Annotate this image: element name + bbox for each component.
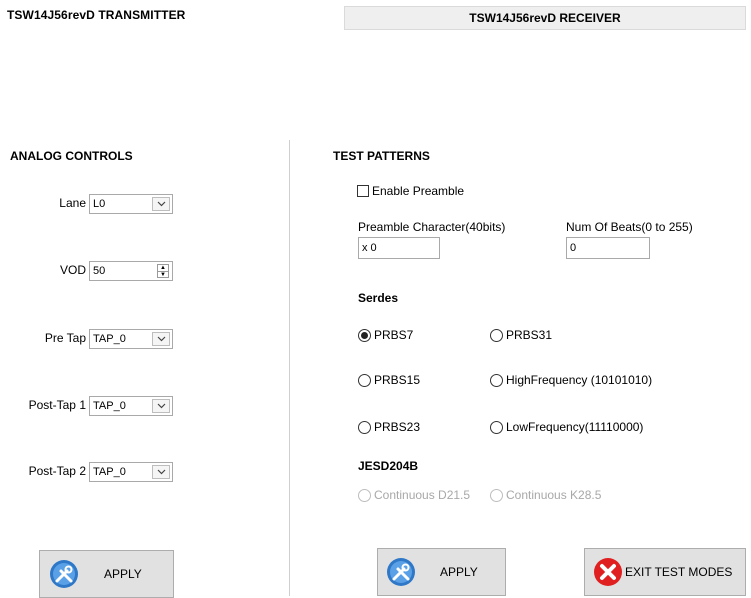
test-patterns-title: TEST PATTERNS [333, 149, 430, 163]
checkbox-box[interactable] [357, 185, 369, 197]
cont-d215-label: Continuous D21.5 [374, 488, 471, 502]
num-beats-input[interactable]: 0 [566, 237, 650, 259]
posttap2-value: TAP_0 [93, 466, 126, 478]
lane-select[interactable]: L0 [89, 194, 173, 214]
prbs7-label: PRBS7 [374, 328, 414, 342]
radio-icon[interactable] [490, 328, 503, 342]
prbs15-radio[interactable]: PRBS15 [358, 373, 420, 387]
cont-k285-radio[interactable]: Continuous K28.5 [490, 488, 601, 502]
radio-icon[interactable] [358, 373, 371, 387]
test-apply-label: APPLY [440, 565, 478, 579]
lane-value: L0 [93, 198, 106, 210]
lowfreq-radio[interactable]: LowFrequency(11110000) [490, 420, 643, 434]
vod-value: 50 [93, 265, 106, 277]
lane-label: Lane [59, 196, 86, 210]
posttap1-select[interactable]: TAP_0 [89, 396, 173, 416]
radio-selected-icon[interactable] [358, 328, 371, 342]
radio-icon[interactable] [358, 420, 371, 434]
analog-controls-title: ANALOG CONTROLS [10, 149, 133, 163]
exit-test-modes-button[interactable]: EXIT TEST MODES [584, 548, 746, 596]
prbs7-radio[interactable]: PRBS7 [358, 328, 413, 342]
stepper-down-icon[interactable]: ▼ [158, 272, 168, 278]
stepper-up-icon[interactable]: ▲ [158, 265, 168, 272]
panel-divider [289, 140, 290, 596]
vod-stepper[interactable]: 50 ▲ ▼ [89, 261, 173, 281]
radio-icon[interactable] [490, 373, 503, 387]
posttap2-select[interactable]: TAP_0 [89, 462, 173, 482]
tools-icon [49, 559, 79, 589]
preamble-char-label: Preamble Character(40bits) [358, 220, 506, 234]
cont-d215-radio[interactable]: Continuous D21.5 [358, 488, 470, 502]
highfreq-label: HighFrequency (10101010) [506, 373, 653, 387]
jesd-title: JESD204B [358, 459, 419, 473]
highfreq-radio[interactable]: HighFrequency (10101010) [490, 373, 652, 387]
lowfreq-label: LowFrequency(11110000) [506, 420, 644, 434]
tools-icon [386, 557, 416, 587]
close-icon [593, 557, 623, 587]
pretap-label: Pre Tap [44, 331, 86, 345]
prbs31-label: PRBS31 [506, 328, 553, 342]
chevron-down-icon[interactable] [152, 465, 170, 479]
pretap-value: TAP_0 [93, 333, 126, 345]
serdes-title: Serdes [358, 291, 399, 305]
chevron-down-icon[interactable] [152, 332, 170, 346]
receiver-button[interactable]: TSW14J56revD RECEIVER [344, 6, 746, 30]
analog-apply-label: APPLY [104, 567, 142, 581]
cont-k285-label: Continuous K28.5 [506, 488, 602, 502]
chevron-down-icon[interactable] [152, 399, 170, 413]
posttap1-value: TAP_0 [93, 400, 126, 412]
preamble-char-input[interactable]: x 0 [358, 237, 440, 259]
prbs23-label: PRBS23 [374, 420, 421, 434]
transmitter-title: TSW14J56revD TRANSMITTER [7, 8, 186, 22]
radio-icon[interactable] [490, 420, 503, 434]
analog-apply-button[interactable]: APPLY [39, 550, 174, 598]
enable-preamble-checkbox[interactable]: Enable Preamble [357, 184, 464, 198]
posttap2-label: Post-Tap 2 [28, 464, 86, 478]
prbs23-radio[interactable]: PRBS23 [358, 420, 420, 434]
enable-preamble-label: Enable Preamble [372, 184, 465, 198]
num-beats-label: Num Of Beats(0 to 255) [566, 220, 693, 234]
vod-label: VOD [59, 263, 86, 277]
stepper-buttons[interactable]: ▲ ▼ [157, 264, 169, 278]
radio-icon[interactable] [358, 488, 371, 502]
pretap-select[interactable]: TAP_0 [89, 329, 173, 349]
prbs15-label: PRBS15 [374, 373, 421, 387]
radio-icon[interactable] [490, 488, 503, 502]
exit-test-modes-label: EXIT TEST MODES [625, 565, 733, 579]
test-apply-button[interactable]: APPLY [377, 548, 506, 596]
posttap1-label: Post-Tap 1 [28, 398, 86, 412]
prbs31-radio[interactable]: PRBS31 [490, 328, 552, 342]
chevron-down-icon[interactable] [152, 197, 170, 211]
